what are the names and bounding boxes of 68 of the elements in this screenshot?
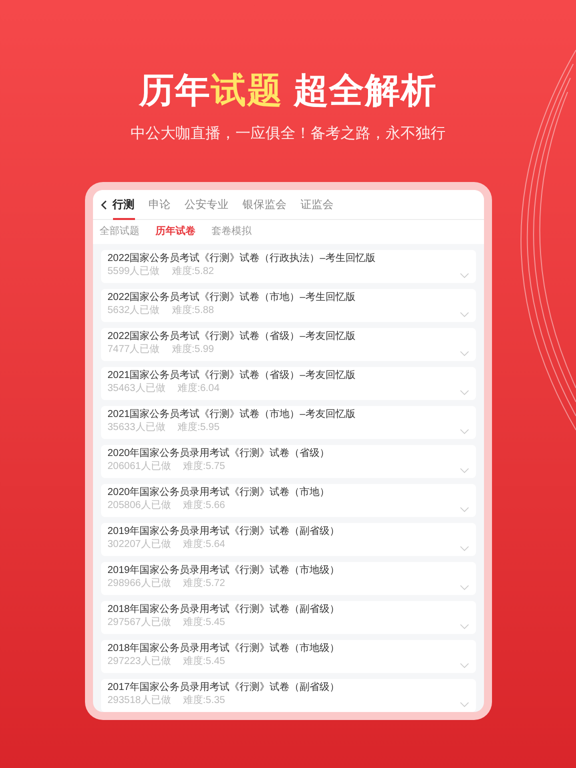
paper-title: 2022国家公务员考试《行测》试卷（行政执法）–考生回忆版 xyxy=(108,252,376,265)
difficulty-rating: 难度:5.72 xyxy=(182,578,226,590)
attempt-count: 302207人已做 xyxy=(108,539,171,551)
paper-card[interactable]: 2022国家公务员考试《行测》试卷（行政执法）–考生回忆版 5599人已做 难度:5.82 xyxy=(100,250,476,283)
attempt-count: 35463人已做 xyxy=(108,383,166,395)
chevron-down-icon xyxy=(460,702,468,707)
difficulty-rating: 难度:5.35 xyxy=(182,695,226,707)
chevron-down-icon xyxy=(460,624,468,629)
paper-card[interactable]: 2020年国家公务员录用考试《行测》试卷（市地） 205806人已做 难度:5.66 xyxy=(100,484,476,517)
category-tab[interactable]: 申论 xyxy=(148,190,170,220)
paper-title: 2021国家公务员考试《行测》试卷（市地）–考友回忆版 xyxy=(108,408,356,421)
paper-card[interactable]: 2022国家公务员考试《行测》试卷（市地）–考生回忆版 5632人已做 难度:5.88 xyxy=(100,289,476,322)
attempt-count: 297567人已做 xyxy=(108,617,171,629)
chevron-down-icon xyxy=(460,273,468,278)
chevron-down-icon xyxy=(460,351,468,356)
attempt-count: 293518人已做 xyxy=(108,695,171,707)
paper-card[interactable]: 2022国家公务员考试《行测》试卷（省级）–考友回忆版 7477人已做 难度:5.99 xyxy=(100,328,476,361)
difficulty-rating: 难度:5.99 xyxy=(172,344,214,356)
paper-title: 2021国家公务员考试《行测》试卷（省级）–考友回忆版 xyxy=(108,369,356,382)
attempt-count: 7477人已做 xyxy=(108,344,160,356)
subtitle: 中公大咖直播，一应俱全！备考之路，永不独行 xyxy=(130,124,446,144)
paper-card[interactable]: 2021国家公务员考试《行测》试卷（市地）–考友回忆版 35633人已做 难度:5.95 xyxy=(100,406,476,439)
chevron-down-icon xyxy=(460,585,468,590)
chevron-down-icon xyxy=(460,507,468,512)
attempt-count: 5632人已做 xyxy=(108,305,160,317)
difficulty-rating: 难度:5.66 xyxy=(182,500,226,512)
paper-title: 2022国家公务员考试《行测》试卷（市地）–考生回忆版 xyxy=(108,291,356,304)
difficulty-rating: 难度:5.64 xyxy=(182,539,226,551)
filter-tab[interactable]: 历年试卷 xyxy=(156,220,196,244)
difficulty-rating: 难度:6.04 xyxy=(177,383,220,395)
attempt-count: 297223人已做 xyxy=(108,656,171,668)
category-tab[interactable]: 证监会 xyxy=(300,190,334,220)
paper-title: 2022国家公务员考试《行测》试卷（省级）–考友回忆版 xyxy=(108,330,356,343)
paper-card[interactable]: 2018年国家公务员录用考试《行测》试卷（市地级） 297223人已做 难度:5.45 xyxy=(100,640,476,673)
paper-card[interactable]: 2018年国家公务员录用考试《行测》试卷（副省级） 297567人已做 难度:5.45 xyxy=(100,601,476,634)
difficulty-rating: 难度:5.82 xyxy=(172,266,214,278)
paper-card[interactable]: 2019年国家公务员录用考试《行测》试卷（副省级） 302207人已做 难度:5.64 xyxy=(100,523,476,556)
paper-card[interactable]: 2019年国家公务员录用考试《行测》试卷（市地级） 298966人已做 难度:5.72 xyxy=(100,562,476,595)
paper-card[interactable]: 2021国家公务员考试《行测》试卷（省级）–考友回忆版 35463人已做 难度:6.04 xyxy=(100,367,476,400)
attempt-count: 5599人已做 xyxy=(108,266,160,278)
category-tab[interactable]: 公安专业 xyxy=(184,190,228,220)
paper-title: 2019年国家公务员录用考试《行测》试卷（副省级） xyxy=(108,525,340,538)
attempt-count: 205806人已做 xyxy=(108,500,171,512)
headline: 历年试题 超全解析 xyxy=(139,70,437,112)
paper-card[interactable]: 2017年国家公务员录用考试《行测》试卷（副省级） 293518人已做 难度:5.35 xyxy=(100,679,476,712)
paper-title: 2017年国家公务员录用考试《行测》试卷（副省级） xyxy=(108,681,340,694)
category-tab[interactable]: 银保监会 xyxy=(242,190,286,220)
difficulty-rating: 难度:5.88 xyxy=(172,305,214,317)
chevron-down-icon xyxy=(460,429,468,434)
chevron-down-icon xyxy=(460,390,468,395)
chevron-down-icon xyxy=(460,663,468,668)
difficulty-rating: 难度:5.75 xyxy=(182,461,226,473)
chevron-down-icon xyxy=(460,312,468,317)
attempt-count: 298966人已做 xyxy=(108,578,171,590)
chevron-down-icon xyxy=(460,546,468,551)
difficulty-rating: 难度:5.95 xyxy=(177,422,220,434)
paper-title: 2018年国家公务员录用考试《行测》试卷（市地级） xyxy=(108,642,340,655)
paper-title: 2019年国家公务员录用考试《行测》试卷（市地级） xyxy=(108,564,340,577)
difficulty-rating: 难度:5.45 xyxy=(182,617,226,629)
paper-card[interactable]: 2020年国家公务员录用考试《行测》试卷（省级） 206061人已做 难度:5.75 xyxy=(100,445,476,478)
paper-title: 2018年国家公务员录用考试《行测》试卷（副省级） xyxy=(108,603,340,616)
paper-title: 2020年国家公务员录用考试《行测》试卷（市地） xyxy=(108,486,330,499)
difficulty-rating: 难度:5.45 xyxy=(182,656,226,668)
attempt-count: 35633人已做 xyxy=(108,422,166,434)
back-icon[interactable] xyxy=(100,200,106,210)
paper-title: 2020年国家公务员录用考试《行测》试卷（省级） xyxy=(108,447,330,460)
chevron-down-icon xyxy=(460,468,468,473)
attempt-count: 206061人已做 xyxy=(108,461,171,473)
